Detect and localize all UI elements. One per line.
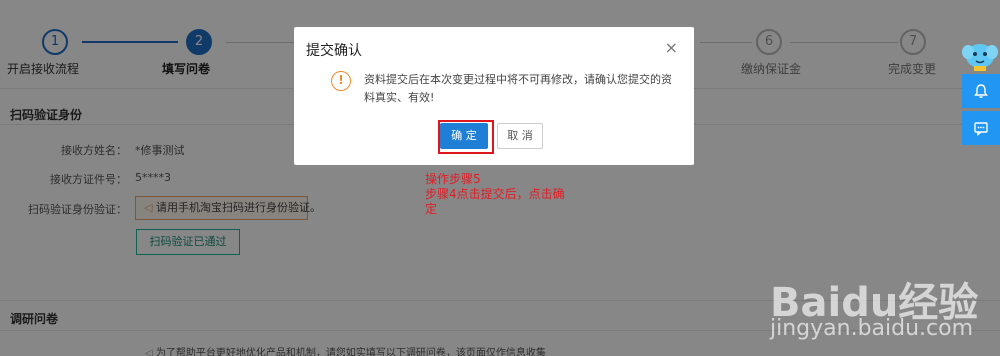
dialog-message: 资料提交后在本次变更过程中将不可再修改，请确认您提交的资料真实、有效! [364,73,672,104]
confirm-highlight-box [438,120,494,154]
annotation-line-1: 操作步骤5 [425,172,481,186]
close-icon[interactable]: × [665,38,678,57]
warning-icon: ! [331,71,351,91]
baidu-watermark-url: jingyan.baidu.com [770,316,974,341]
annotation-line-2: 步骤4点击提交后，点击确定 [425,187,565,216]
bell-icon[interactable] [962,74,1000,108]
submit-confirm-dialog: 提交确认 × ! 资料提交后在本次变更过程中将不可再修改，请确认您提交的资料真实… [294,27,694,165]
mascot-icon[interactable] [960,38,1000,72]
cancel-button[interactable]: 取 消 [497,123,543,149]
chat-icon[interactable] [962,111,1000,145]
dialog-title: 提交确认 [306,43,362,59]
step-annotation: 操作步骤5 步骤4点击提交后，点击确定 [425,172,565,217]
